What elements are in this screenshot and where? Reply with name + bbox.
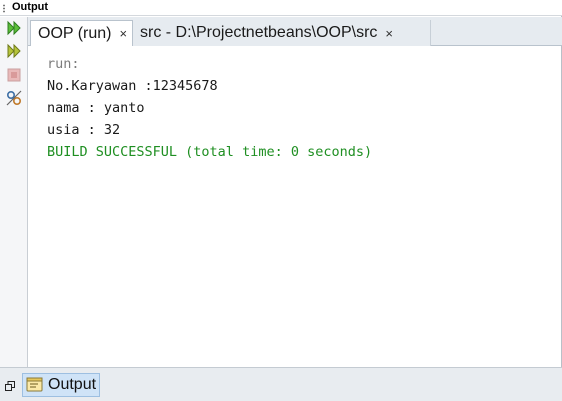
console-output[interactable]: run: No.Karyawan :12345678 nama : yanto … bbox=[29, 47, 561, 365]
output-window-button[interactable]: Output bbox=[22, 373, 100, 397]
tab-oop-run[interactable]: OOP (run) × bbox=[30, 20, 133, 46]
stop-icon bbox=[7, 68, 21, 82]
console-line: usia : 32 bbox=[47, 122, 121, 138]
tab-close-icon[interactable]: × bbox=[120, 27, 128, 40]
rerun-with-options-icon bbox=[7, 43, 21, 59]
output-toolbar bbox=[0, 17, 28, 367]
rerun-icon bbox=[7, 20, 21, 36]
console-line: nama : yanto bbox=[47, 100, 145, 116]
output-panel: Output OOP (run) × src - D:\Projectnetbe… bbox=[0, 0, 562, 367]
rerun-button[interactable] bbox=[5, 19, 23, 37]
settings-icon bbox=[6, 90, 22, 106]
panel-title: Output bbox=[12, 1, 49, 13]
console-line: run: bbox=[47, 56, 80, 72]
tab-src[interactable]: src - D:\Projectnetbeans\OOP\src × bbox=[133, 20, 431, 46]
output-settings-button[interactable] bbox=[5, 89, 23, 107]
tab-label: OOP (run) bbox=[38, 24, 112, 42]
drag-grip-icon[interactable] bbox=[3, 4, 5, 13]
build-status-line: BUILD SUCCESSFUL (total time: 0 seconds) bbox=[47, 144, 373, 160]
rerun-with-options-button[interactable] bbox=[5, 42, 23, 60]
stop-button[interactable] bbox=[5, 66, 23, 84]
bottom-window-bar: Output bbox=[0, 367, 562, 401]
output-window-label: Output bbox=[48, 376, 97, 393]
restore-window-icon[interactable] bbox=[5, 381, 15, 391]
output-tabbar: OOP (run) × src - D:\Projectnetbeans\OOP… bbox=[28, 17, 562, 46]
panel-header[interactable]: Output bbox=[0, 0, 562, 16]
tab-label: src - D:\Projectnetbeans\OOP\src bbox=[140, 24, 378, 41]
console-line: No.Karyawan :12345678 bbox=[47, 78, 218, 94]
output-window-icon bbox=[26, 377, 43, 392]
tab-close-icon[interactable]: × bbox=[385, 27, 393, 40]
